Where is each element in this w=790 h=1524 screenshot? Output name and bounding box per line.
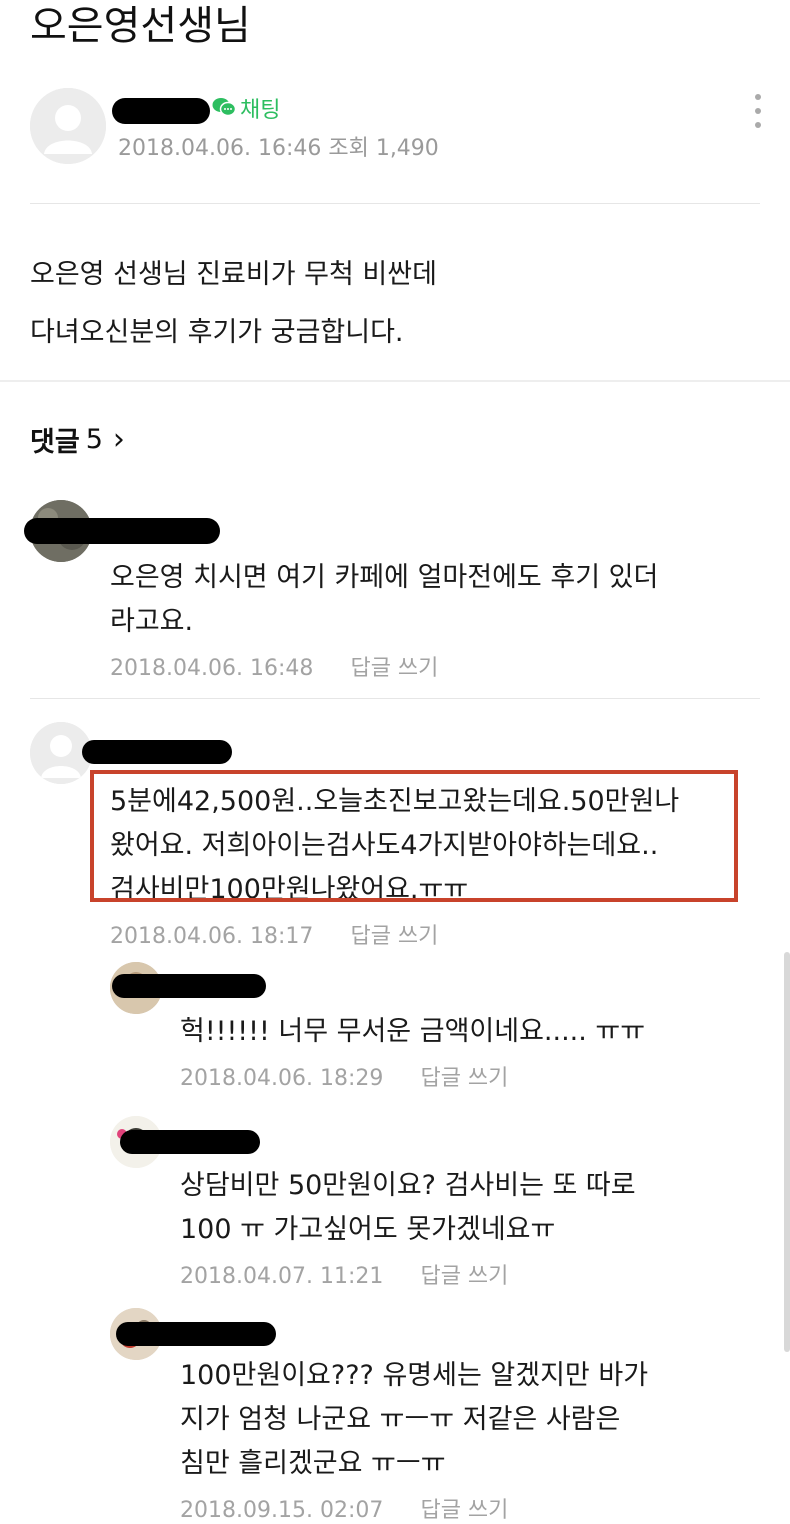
comment-text-line: 헉!!!!!! 너무 무서운 금액이네요..... ㅠㅠ	[180, 1016, 646, 1047]
comment-text-line: 라고요.	[110, 606, 194, 637]
post-meta: 2018.04.06. 16:46 조회 1,490	[118, 136, 439, 161]
chat-button[interactable]: 채팅	[212, 92, 280, 124]
comment-meta: 2018.04.06. 18:29 답글 쓰기	[180, 1060, 645, 1092]
scrollbar[interactable]	[784, 952, 790, 1352]
reply-button[interactable]: 답글 쓰기	[350, 924, 438, 949]
author-avatar[interactable]	[30, 88, 106, 164]
section-divider	[0, 380, 790, 382]
comment-item: 100만원이요??? 유명세는 알겠지만 바가 지가 엄청 나군요 ㅠㅡㅠ 저같…	[180, 1354, 648, 1524]
comment-meta: 2018.09.15. 02:07 답글 쓰기	[180, 1492, 648, 1524]
commenter-name-redacted[interactable]	[120, 1130, 260, 1154]
comment-meta: 2018.04.06. 16:48 답글 쓰기	[110, 650, 658, 682]
highlight-box	[90, 770, 738, 902]
comment-item: 상담비만 50만원이요? 검사비는 또 따로 100 ㅠ 가고싶어도 못가겠네요…	[180, 1164, 636, 1290]
more-options-icon[interactable]	[750, 94, 766, 128]
commenter-name-redacted[interactable]	[116, 1322, 276, 1346]
comment-item: 오은영 치시면 여기 카페에 얼마전에도 후기 있더 라고요. 2018.04.…	[110, 556, 658, 682]
comment-date: 2018.04.06. 16:48	[110, 656, 314, 681]
comment-divider	[30, 698, 760, 699]
post-title: 오은영선생님	[30, 3, 251, 49]
chevron-right-icon: ›	[112, 422, 125, 457]
post-body-line: 다녀오신분의 후기가 궁금합니다.	[30, 317, 404, 348]
comment-text-line: 오은영 치시면 여기 카페에 얼마전에도 후기 있더	[110, 562, 659, 593]
comments-label: 댓글	[30, 427, 80, 458]
comment-meta: 2018.04.06. 18:17 답글 쓰기	[110, 918, 679, 950]
comment-date: 2018.09.15. 02:07	[180, 1498, 384, 1523]
comment-meta: 2018.04.07. 11:21 답글 쓰기	[180, 1258, 636, 1290]
comment-date: 2018.04.06. 18:17	[110, 924, 314, 949]
comment-item: 헉!!!!!! 너무 무서운 금액이네요..... ㅠㅠ 2018.04.06.…	[180, 1010, 645, 1092]
default-avatar-icon	[30, 88, 106, 164]
commenter-name-redacted[interactable]	[112, 974, 266, 998]
reply-button[interactable]: 답글 쓰기	[420, 1066, 508, 1091]
commenter-name-redacted[interactable]	[82, 740, 232, 764]
comment-text-line: 침만 흘리겠군요 ㅠㅡㅠ	[180, 1448, 446, 1479]
comments-count: 5	[85, 424, 103, 455]
post-body-line: 오은영 선생님 진료비가 무척 비싼데	[30, 259, 437, 290]
header-divider	[30, 203, 760, 204]
author-name-redacted[interactable]	[112, 98, 210, 124]
chat-label: 채팅	[240, 98, 281, 123]
post-body: 오은영 선생님 진료비가 무척 비싼데 다녀오신분의 후기가 궁금합니다.	[30, 246, 437, 362]
comments-header[interactable]: 댓글 5 ›	[30, 420, 125, 459]
comment-date: 2018.04.06. 18:29	[180, 1066, 384, 1091]
comment-text-line: 100 ㅠ 가고싶어도 못가겠네요ㅠ	[180, 1214, 556, 1245]
commenter-name-redacted[interactable]	[24, 518, 220, 544]
reply-button[interactable]: 답글 쓰기	[350, 656, 438, 681]
chat-bubble-icon	[212, 98, 236, 117]
comment-text-line: 100만원이요??? 유명세는 알겠지만 바가	[180, 1360, 649, 1391]
reply-button[interactable]: 답글 쓰기	[420, 1498, 508, 1523]
comment-date: 2018.04.07. 11:21	[180, 1264, 384, 1289]
reply-button[interactable]: 답글 쓰기	[420, 1264, 508, 1289]
comment-text-line: 상담비만 50만원이요? 검사비는 또 따로	[180, 1170, 636, 1201]
comment-text-line: 지가 엄청 나군요 ㅠㅡㅠ 저같은 사람은	[180, 1404, 621, 1435]
